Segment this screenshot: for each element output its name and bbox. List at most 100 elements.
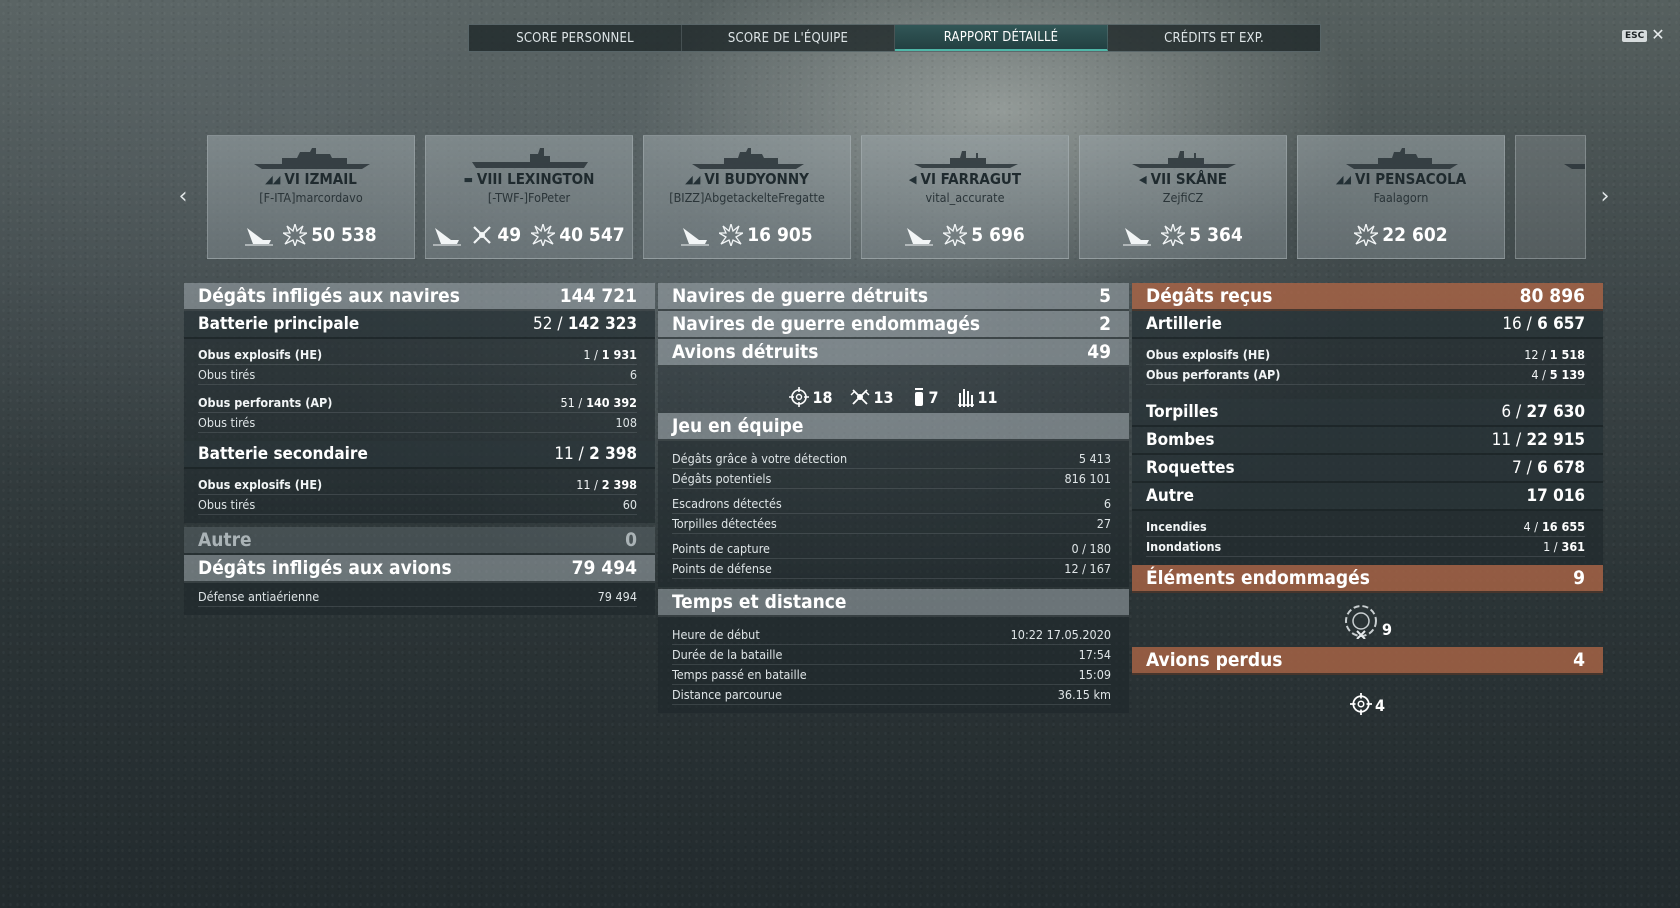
- plane-kill-value: 18: [812, 388, 833, 407]
- plane-kill-stat: 18: [789, 387, 832, 407]
- bombs-hits: 11 /: [1491, 430, 1522, 450]
- teamplay-details: Dégâts grâce à votre détection 5 413 Dég…: [658, 441, 1129, 587]
- module-stat: 9: [1343, 603, 1392, 639]
- item-total: 1 931: [601, 347, 637, 362]
- explosion-icon: [1161, 224, 1186, 246]
- rockets-value: 7 / 6 678: [1512, 458, 1585, 478]
- damage-value: 5 696: [971, 224, 1025, 246]
- ship-stats: 22 602: [1298, 224, 1504, 246]
- ship-card[interactable]: ▬ VIII LEXINGTON [-TWF-]FoPeter 49 40 54…: [425, 135, 633, 259]
- ship-stats: 16 905: [644, 224, 850, 246]
- ship-card[interactable]: ◀ VI FARRAGUT vital_accurate 5 696: [861, 135, 1069, 259]
- ship-silhouette-icon: [1564, 164, 1585, 169]
- ship-player: [BIZZ]AbgetackelteFregatte: [669, 190, 825, 205]
- ships-destroyed-value: 5: [1099, 285, 1111, 307]
- other-received-label: Autre: [1146, 486, 1194, 506]
- modules-damaged-value: 9: [1573, 567, 1585, 589]
- modules-damaged-breakdown: 9: [1132, 593, 1603, 647]
- list-item: Heure de début 10:22 17.05.2020: [672, 625, 1111, 645]
- sunk-ship-icon: [681, 228, 710, 246]
- destroyed-stat: [681, 224, 710, 246]
- plane-kill-value: 7: [928, 388, 939, 407]
- item-value: 1 / 361: [1543, 539, 1585, 554]
- item-value: 4 / 16 655: [1524, 519, 1585, 534]
- planes-lost-label: Avions perdus: [1146, 649, 1283, 671]
- damage-stat: 5 364: [1161, 224, 1243, 246]
- ship-card[interactable]: ◢◢ VI BUDYONNY [BIZZ]AbgetackelteFregatt…: [643, 135, 851, 259]
- main-battery-label: Batterie principale: [198, 314, 360, 334]
- ship-title: ▬ VIII LEXINGTON: [426, 170, 632, 188]
- main-battery-value: 52 / 142 323: [533, 314, 637, 334]
- item-value: 15:09: [1078, 667, 1111, 682]
- consumable-icon: [914, 388, 923, 406]
- item-total: 5 139: [1549, 367, 1585, 382]
- tab-score-equipe[interactable]: SCORE DE L'ÉQUIPE: [682, 25, 895, 51]
- received-label: Dégâts reçus: [1146, 285, 1273, 307]
- list-item: Points de capture 0 / 180: [672, 539, 1111, 559]
- other-damage-label: Autre: [198, 529, 252, 551]
- secondary-battery-label: Batterie secondaire: [198, 444, 368, 464]
- ship-card[interactable]: ◢◢ VI IZMAIL [F-ITA]marcordavo 50 538: [207, 135, 415, 259]
- item-hits: 1 /: [1543, 539, 1558, 554]
- ship-card[interactable]: ◢◢ VI PENSACOLA Faalagorn 22 602: [1297, 135, 1505, 259]
- damage-value: 5 364: [1189, 224, 1243, 246]
- ships-damage-value: 144 721: [559, 285, 637, 307]
- item-hits: 1 /: [583, 347, 598, 362]
- tab-credits-exp[interactable]: CRÉDITS ET EXP.: [1108, 25, 1320, 51]
- list-item: Défense antiaérienne 79 494: [198, 587, 637, 607]
- tab-rapport-detaille[interactable]: RAPPORT DÉTAILLÉ: [895, 25, 1108, 51]
- ship-stats: 5 696: [862, 224, 1068, 246]
- item-value: 79 494: [597, 589, 637, 604]
- ship-silhouette-icon: [914, 151, 1018, 168]
- item-label: Dégâts grâce à votre détection: [672, 451, 848, 466]
- item-label: Obus explosifs (HE): [198, 347, 323, 362]
- list-item: Torpilles détectées 27: [672, 514, 1111, 534]
- rockets-total: 6 678: [1537, 458, 1585, 478]
- item-label: Points de capture: [672, 541, 770, 556]
- planes-destroyed-label: Avions détruits: [672, 341, 819, 363]
- ships-damaged-header: Navires de guerre endommagés 2: [658, 311, 1129, 339]
- esc-close-button[interactable]: ESC ✕: [1622, 28, 1665, 44]
- ship-card[interactable]: ◀ VII SKÅNE ZejfiCZ 5 364: [1079, 135, 1287, 259]
- torpedoes-value: 6 / 27 630: [1501, 402, 1585, 422]
- list-item: Temps passé en bataille 15:09: [672, 665, 1111, 685]
- item-value: 12 / 1 518: [1524, 347, 1585, 362]
- damage-stat: 5 696: [943, 224, 1025, 246]
- bombs-total: 22 915: [1526, 430, 1585, 450]
- esc-key-badge: ESC: [1622, 30, 1648, 42]
- tab-score-personnel[interactable]: SCORE PERSONNEL: [469, 25, 682, 51]
- list-item: Distance parcourue 36.15 km: [672, 685, 1111, 705]
- sunk-ship-icon: [905, 228, 934, 246]
- item-label: Incendies: [1146, 519, 1207, 534]
- ship-card-partial[interactable]: [1515, 135, 1586, 259]
- list-item: Points de défense 12 / 167: [672, 559, 1111, 579]
- ship-title: ◀ VII SKÅNE: [1080, 170, 1286, 188]
- list-item: Obus explosifs (HE) 11 / 2 398: [198, 475, 637, 495]
- ships-damaged-label: Navires de guerre endommagés: [672, 313, 981, 335]
- other-damage-header: Autre 0: [184, 527, 655, 555]
- teamplay-header: Jeu en équipe: [658, 413, 1129, 441]
- planes-destroyed-breakdown: 18 13 7 11: [658, 367, 1129, 413]
- ships-damage-header: Dégâts infligés aux navires 144 721: [184, 283, 655, 311]
- planes-destroyed-header: Avions détruits 49: [658, 339, 1129, 367]
- torpedoes-header: Torpilles 6 / 27 630: [1132, 399, 1603, 427]
- artillery-hits: 16 /: [1502, 314, 1532, 334]
- artillery-total: 6 657: [1537, 314, 1585, 334]
- list-item: Obus explosifs (HE) 1 / 1 931: [198, 345, 637, 365]
- destroyed-stat: [905, 224, 934, 246]
- carousel-prev-button[interactable]: ‹: [173, 184, 193, 209]
- kills-panel: Navires de guerre détruits 5 Navires de …: [658, 283, 1129, 713]
- battleship-icon: ◢◢: [265, 172, 281, 186]
- carousel-next-button[interactable]: ›: [1595, 184, 1615, 209]
- sunk-ship-icon: [245, 228, 274, 246]
- item-value: 6: [629, 367, 637, 382]
- main-battery-total: 142 323: [567, 314, 637, 334]
- ship-player: ZejfiCZ: [1162, 190, 1204, 205]
- ship-name: VI BUDYONNY: [704, 170, 809, 188]
- item-label: Obus tirés: [198, 497, 256, 512]
- item-value: 12 / 167: [1064, 561, 1111, 576]
- planes-value: 49: [497, 224, 522, 246]
- item-value: 5 413: [1078, 451, 1111, 466]
- plane-kill-value: 13: [873, 388, 894, 407]
- list-item: Obus perforants (AP) 51 / 140 392: [198, 393, 637, 413]
